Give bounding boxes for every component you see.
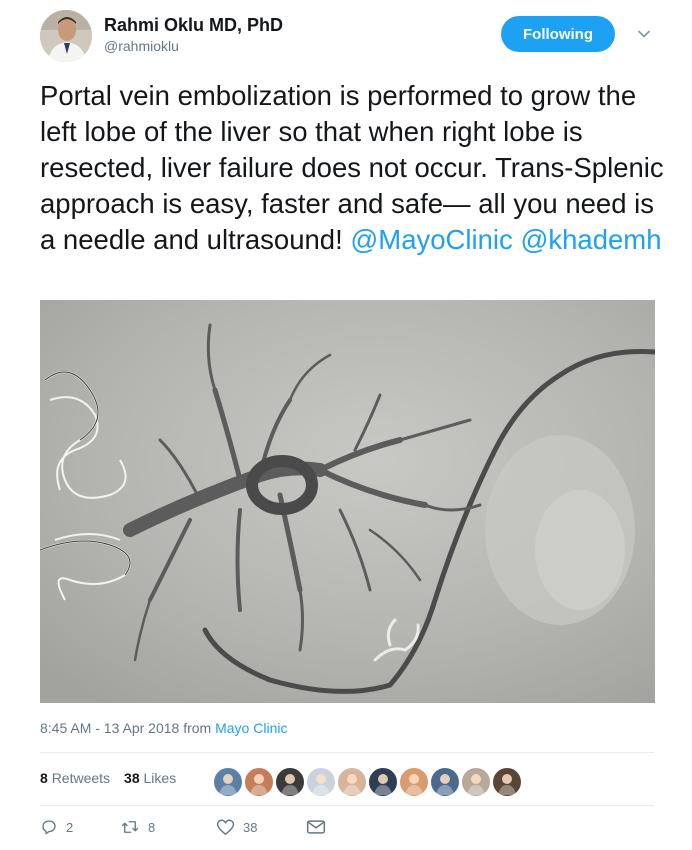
author-block: Rahmi Oklu MD, PhD @rahmioklu xyxy=(104,14,283,56)
retweet-count: 8 xyxy=(148,819,156,835)
retweet-action[interactable]: 8 xyxy=(120,818,216,836)
like-action[interactable]: 38 xyxy=(216,818,306,836)
liker-avatar[interactable] xyxy=(305,766,337,798)
tweet-text: Portal vein embolization is performed to… xyxy=(40,78,670,258)
author-handle[interactable]: @rahmioklu xyxy=(104,36,283,56)
source-link[interactable]: Mayo Clinic xyxy=(215,720,287,736)
author-avatar[interactable] xyxy=(40,10,92,62)
tweet-image[interactable] xyxy=(40,300,655,703)
reply-count: 2 xyxy=(66,819,74,835)
author-avatar-image xyxy=(40,10,92,62)
retweet-icon xyxy=(121,821,139,833)
liker-avatar[interactable] xyxy=(212,766,244,798)
likes-label: Likes xyxy=(143,770,177,786)
divider-top xyxy=(40,752,654,753)
timestamp-text[interactable]: 8:45 AM - 13 Apr 2018 from xyxy=(40,720,215,736)
retweets-label: Retweets xyxy=(51,770,111,786)
likes-count: 38 xyxy=(124,770,140,786)
mention-mayoclinic[interactable]: @MayoClinic xyxy=(350,224,512,255)
mention-khademh[interactable]: @khademh xyxy=(520,224,661,255)
divider-bottom xyxy=(40,805,654,806)
author-name[interactable]: Rahmi Oklu MD, PhD xyxy=(104,14,283,36)
liker-avatar[interactable] xyxy=(429,766,461,798)
tweet-stats: 8 Retweets 38 Likes xyxy=(40,770,176,786)
envelope-icon xyxy=(306,820,326,834)
tweet-timestamp: 8:45 AM - 13 Apr 2018 from Mayo Clinic xyxy=(40,720,287,736)
retweets-stat[interactable]: 8 Retweets xyxy=(40,770,110,786)
like-count: 38 xyxy=(243,819,258,835)
chevron-down-icon[interactable] xyxy=(636,26,652,42)
following-button[interactable]: Following xyxy=(501,16,615,52)
tweet-actions: 2 8 38 xyxy=(40,818,326,836)
angiogram-image xyxy=(40,300,655,703)
likes-stat[interactable]: 38 Likes xyxy=(124,770,176,786)
direct-message-action[interactable] xyxy=(306,819,326,835)
liker-avatar[interactable] xyxy=(336,766,368,798)
heart-icon xyxy=(216,819,235,835)
reply-icon xyxy=(42,820,56,835)
liker-avatar[interactable] xyxy=(398,766,430,798)
reply-action[interactable]: 2 xyxy=(40,818,120,836)
liker-avatar[interactable] xyxy=(491,766,523,798)
liker-avatar[interactable] xyxy=(460,766,492,798)
likers-avatars xyxy=(212,766,523,798)
liker-avatar[interactable] xyxy=(274,766,306,798)
liker-avatar[interactable] xyxy=(243,766,275,798)
retweets-count: 8 xyxy=(40,770,48,786)
liker-avatar[interactable] xyxy=(367,766,399,798)
